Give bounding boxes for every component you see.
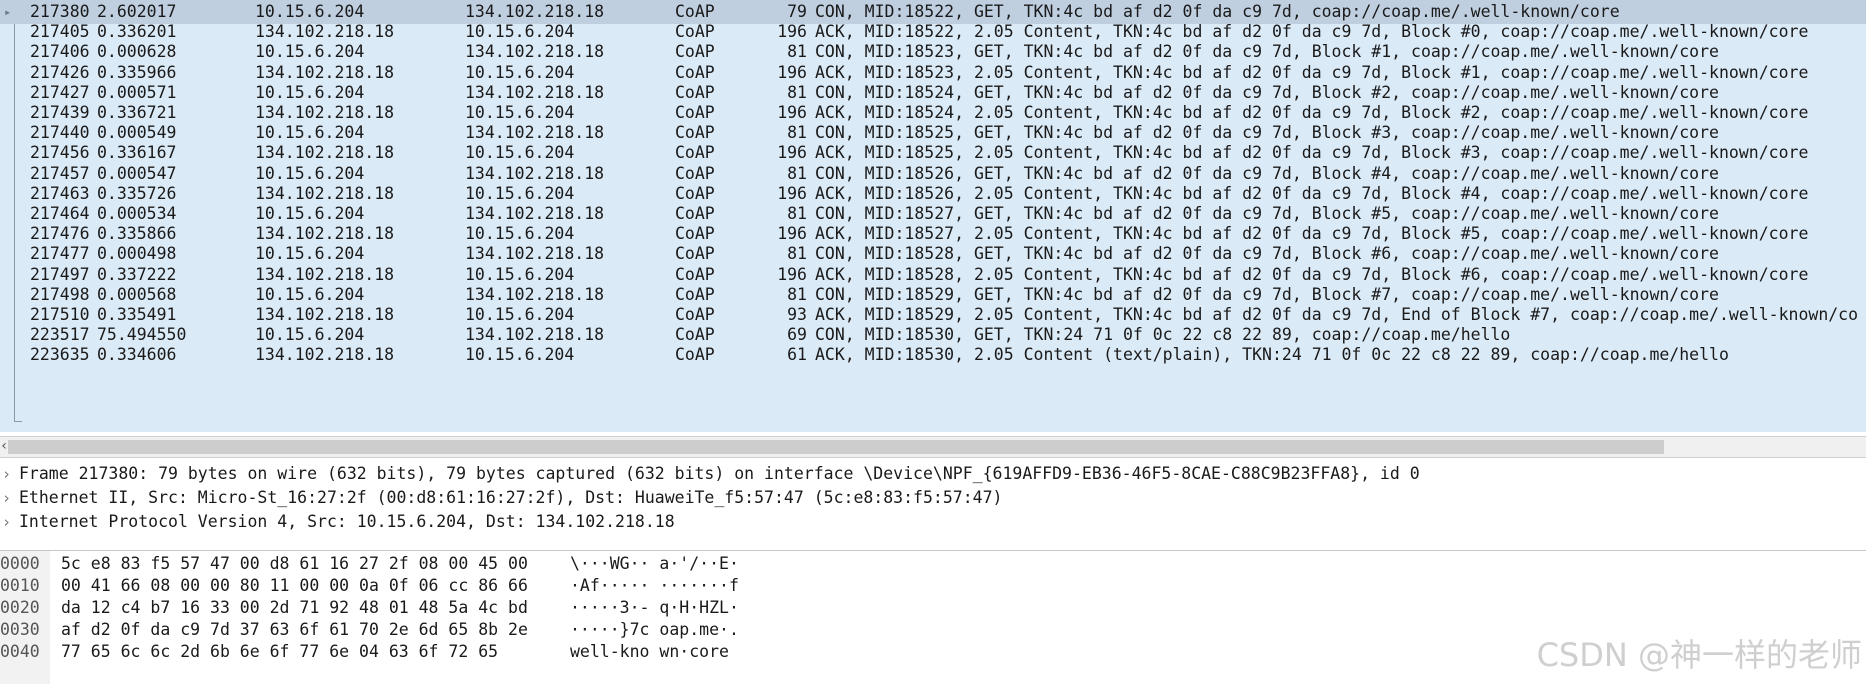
- detail-tree-label: Frame 217380: 79 bytes on wire (632 bits…: [19, 464, 1420, 483]
- watermark: CSDN @神一样的老师: [1536, 636, 1862, 674]
- ascii-bytes[interactable]: \···WG·· a·'/··E·: [570, 553, 739, 575]
- hex-bytes[interactable]: 77 65 6c 6c 2d 6b 6e 6f 77 6e 04 63 6f 7…: [61, 641, 498, 663]
- hex-offset[interactable]: 0020: [0, 597, 40, 619]
- hex-offset[interactable]: 0040: [0, 641, 40, 663]
- detail-tree-label: Internet Protocol Version 4, Src: 10.15.…: [19, 512, 675, 531]
- ascii-bytes[interactable]: ·····3·- q·H·HZL·: [570, 597, 739, 619]
- hex-offset[interactable]: 0030: [0, 619, 40, 641]
- hex-bytes[interactable]: da 12 c4 b7 16 33 00 2d 71 92 48 01 48 5…: [61, 597, 528, 619]
- packet-destination: 10.15.6.204: [465, 345, 575, 365]
- packet-number: 223635: [30, 345, 90, 365]
- packet-time: 0.334606: [97, 345, 177, 365]
- hex-offset[interactable]: 0010: [0, 575, 40, 597]
- packet-details[interactable]: › Frame 217380: 79 bytes on wire (632 bit…: [0, 462, 1866, 551]
- scrollbar-thumb[interactable]: [8, 440, 1664, 454]
- packet-length: 61: [787, 345, 807, 365]
- chevron-right-icon[interactable]: ›: [2, 462, 11, 486]
- hex-offset[interactable]: 0000: [0, 553, 40, 575]
- packet-info: ACK, MID:18530, 2.05 Content (text/plain…: [815, 345, 1729, 365]
- packet-source: 134.102.218.18: [255, 345, 395, 365]
- packet-row[interactable]: 223635 0.334606 134.102.218.18 10.15.6.204 C…: [0, 343, 1866, 367]
- hex-bytes[interactable]: 00 41 66 08 00 00 80 11 00 00 0a 0f 06 c…: [61, 575, 528, 597]
- packet-list-horizontal-scrollbar[interactable]: ‹: [0, 436, 1866, 458]
- conversation-tree-end: [14, 421, 22, 422]
- hex-bytes[interactable]: 5c e8 83 f5 57 47 00 d8 61 16 27 2f 08 0…: [61, 553, 528, 575]
- hex-bytes[interactable]: af d2 0f da c9 7d 37 63 6f 61 70 2e 6d 6…: [61, 619, 528, 641]
- detail-tree-label: Ethernet II, Src: Micro-St_16:27:2f (00:…: [19, 488, 1003, 507]
- ascii-bytes[interactable]: ·Af····· ·······f: [570, 575, 739, 597]
- packet-list[interactable]: ▸ 217380 2.602017 10.15.6.204 134.102.218.18…: [0, 0, 1866, 432]
- chevron-right-icon[interactable]: ›: [2, 486, 11, 510]
- chevron-right-icon[interactable]: ›: [2, 510, 11, 534]
- ascii-bytes[interactable]: well-kno wn·core: [570, 641, 729, 663]
- ascii-bytes[interactable]: ·····}7c oap.me·.: [570, 619, 739, 641]
- packet-protocol: CoAP: [675, 345, 715, 365]
